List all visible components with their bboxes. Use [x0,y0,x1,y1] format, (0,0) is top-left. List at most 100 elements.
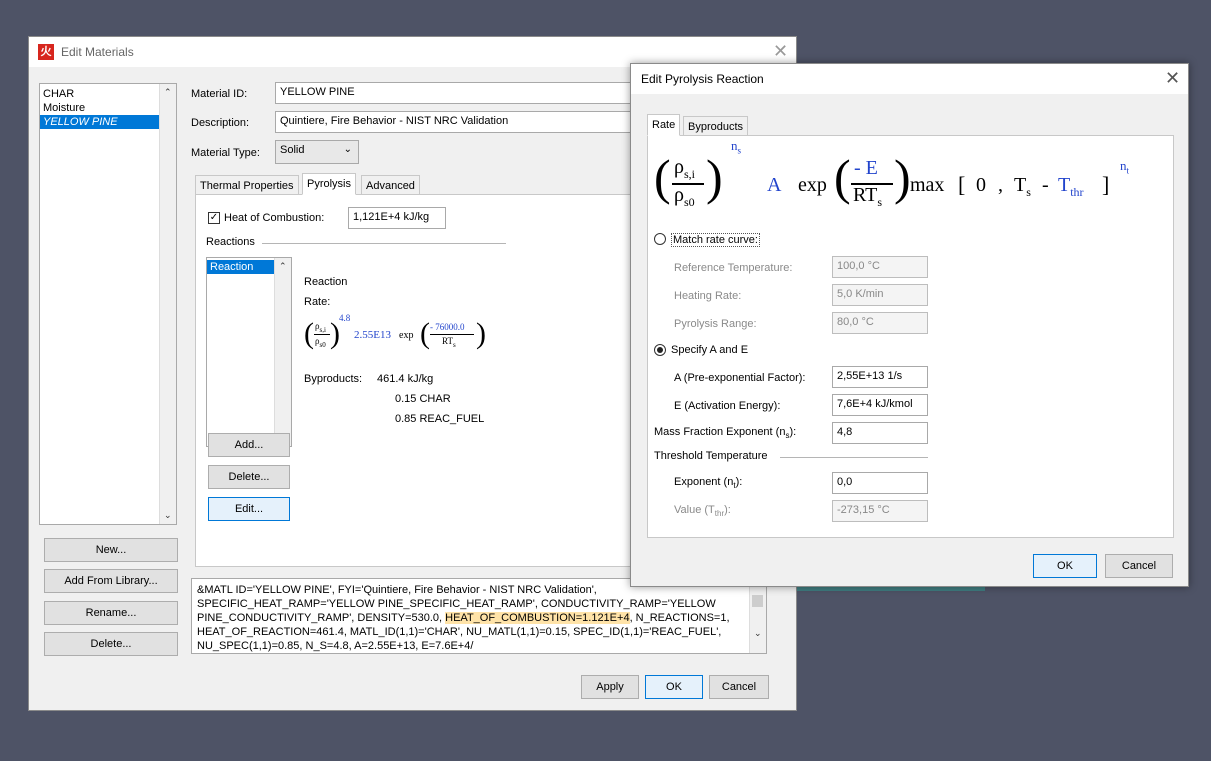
zero: 0 [976,174,986,196]
pyrolysis-titlebar: Edit Pyrolysis Reaction ✕ [631,64,1188,94]
pyrolysis-ok-button[interactable]: OK [1033,554,1097,578]
fds-text-area[interactable]: &MATL ID='YELLOW PINE', FYI='Quintiere, … [191,578,767,654]
edit-reaction-button[interactable]: Edit... [208,497,290,521]
fds-text-scrollbar[interactable]: ⌃ ⌄ [749,579,766,653]
exp-text: exp [798,174,827,196]
mass-fraction-exponent-label: Mass Fraction Exponent (ns): [654,426,796,440]
a-label: A (Pre-exponential Factor): [674,372,806,384]
vt-post: ): [724,504,731,516]
ok-button[interactable]: OK [645,675,703,699]
reactions-list[interactable]: Reaction ⌃ ⌄ [206,257,292,447]
scroll-up-icon[interactable]: ⌃ [164,87,172,98]
rho-num: ρs,i [315,321,326,334]
byproduct-fuel: 0.85 REAC_FUEL [395,413,485,425]
cancel-button[interactable]: Cancel [709,675,769,699]
pyrolysis-dialog: Edit Pyrolysis Reaction ✕ Rate Byproduct… [630,63,1189,587]
close-icon[interactable]: ✕ [1165,68,1180,88]
pyrolysis-title: Edit Pyrolysis Reaction [641,72,764,86]
tthr-t: T [1058,174,1071,196]
fds-text-highlight: HEAT_OF_COMBUSTION=1.121E+4 [445,612,630,624]
rename-material-button[interactable]: Rename... [44,601,178,625]
value-tthr-label: Value (Tthr): [674,504,731,518]
rho-s0: ρs0 [674,184,695,210]
mfe-pre: Mass Fraction Exponent (n [654,426,786,438]
materials-list[interactable]: CHAR Moisture YELLOW PINE ⌃ ⌄ [39,83,177,525]
rate-a-value: 2.55E13 [354,329,391,341]
pre-exponential-a: A [767,174,782,196]
material-type-value: Solid [280,144,305,156]
mass-fraction-exponent-field[interactable]: 4,8 [832,422,928,444]
rate-formula-small: ( ρs,i ρs0 ) 4.8 2.55E13 exp ( - 76000.0… [304,313,504,358]
pyrolysis-cancel-button[interactable]: Cancel [1105,554,1173,578]
ent-post: ): [735,476,743,488]
apply-button[interactable]: Apply [581,675,639,699]
byproduct-char: 0.15 CHAR [395,393,451,405]
a-field[interactable]: 2,55E+13 1/s [832,366,928,388]
rate-formula: ( ρs,i ρs0 ) ns A exp ( - E RTs ) max [ … [654,138,1166,216]
bracket-close: ] [1102,172,1110,197]
reaction-list-item[interactable]: Reaction [207,260,274,274]
material-type-select[interactable]: Solid ⌄ [275,140,359,164]
bracket-open: [ [958,172,966,197]
pyrolysis-range-field[interactable]: 80,0 °C [832,312,928,334]
paren-right-2: ) [894,149,911,205]
tab-byproducts[interactable]: Byproducts [683,116,749,136]
match-rate-label[interactable]: Match rate curve: [671,233,760,247]
tthr-sub: thr [1070,185,1084,199]
list-item-moisture[interactable]: Moisture [40,101,176,115]
exponent-nt-label: Exponent (nt): [674,476,742,490]
vt-sub: thr [714,509,725,519]
rate-den-rt: RT [442,336,453,346]
match-rate-radio[interactable] [654,233,666,245]
threshold-divider [780,457,928,458]
material-id-field[interactable]: YELLOW PINE [275,82,635,104]
heating-rate-field[interactable]: 5,0 K/min [832,284,928,306]
ent-pre: Exponent (n [674,476,734,488]
byproducts-label: Byproducts: [304,373,363,385]
tab-thermal-properties[interactable]: Thermal Properties [195,175,299,195]
description-label: Description: [191,117,250,129]
tab-pyrolysis[interactable]: Pyrolysis [302,173,357,195]
scroll-down-icon[interactable]: ⌄ [164,510,172,521]
scroll-thumb[interactable] [752,595,763,607]
scroll-up-icon[interactable]: ⌃ [279,261,287,272]
tab-rate[interactable]: Rate [647,114,681,136]
t-thr: Tthr [1058,174,1084,200]
specify-a-e-radio[interactable] [654,344,666,356]
delete-reaction-button[interactable]: Delete... [208,465,290,489]
rate-denominator: RTs [442,336,456,349]
new-material-button[interactable]: New... [44,538,178,562]
vt-pre: Value (T [674,504,715,516]
heat-of-combustion-label: Heat of Combustion: [224,212,325,224]
close-icon[interactable]: ✕ [773,41,788,61]
neg-e: - E [854,157,878,179]
exponent-ns: ns [731,138,741,156]
heating-rate-label: Heating Rate: [674,290,742,302]
pyrolysis-panel: ✓ Heat of Combustion: 1,121E+4 kJ/kg Rea… [195,194,635,567]
app-icon: 火 [38,44,54,60]
e-field[interactable]: 7,6E+4 kJ/kmol [832,394,928,416]
ts-t: T [1014,174,1027,196]
specify-a-e-label[interactable]: Specify A and E [671,344,748,356]
exponent-nt: nt [1120,158,1129,176]
rate-panel: ( ρs,i ρs0 ) ns A exp ( - E RTs ) max [ … [647,135,1174,538]
list-item-yellow-pine[interactable]: YELLOW PINE [40,115,159,129]
heat-of-combustion-field[interactable]: 1,121E+4 kJ/kg [348,207,446,229]
reactions-scrollbar[interactable]: ⌃ ⌄ [274,258,291,446]
scroll-down-icon[interactable]: ⌄ [754,628,762,639]
description-field[interactable]: Quintiere, Fire Behavior - NIST NRC Vali… [275,111,635,133]
tab-advanced[interactable]: Advanced [361,175,420,195]
exponent-nt-field[interactable]: 0,0 [832,472,928,494]
ref-temp-field[interactable]: 100,0 °C [832,256,928,278]
add-reaction-button[interactable]: Add... [208,433,290,457]
delete-material-button[interactable]: Delete... [44,632,178,656]
heat-of-combustion-checkbox[interactable]: ✓ [208,212,220,224]
materials-scrollbar[interactable]: ⌃ ⌄ [159,84,176,524]
paren-left-2: ( [420,317,430,350]
fds-text: &MATL ID='YELLOW PINE', FYI='Quintiere, … [192,579,766,653]
t-s: Ts [1014,174,1031,200]
add-from-library-button[interactable]: Add From Library... [44,569,178,593]
value-tthr-field[interactable]: -273,15 °C [832,500,928,522]
material-id-label: Material ID: [191,88,248,100]
list-item-char[interactable]: CHAR [40,87,176,101]
